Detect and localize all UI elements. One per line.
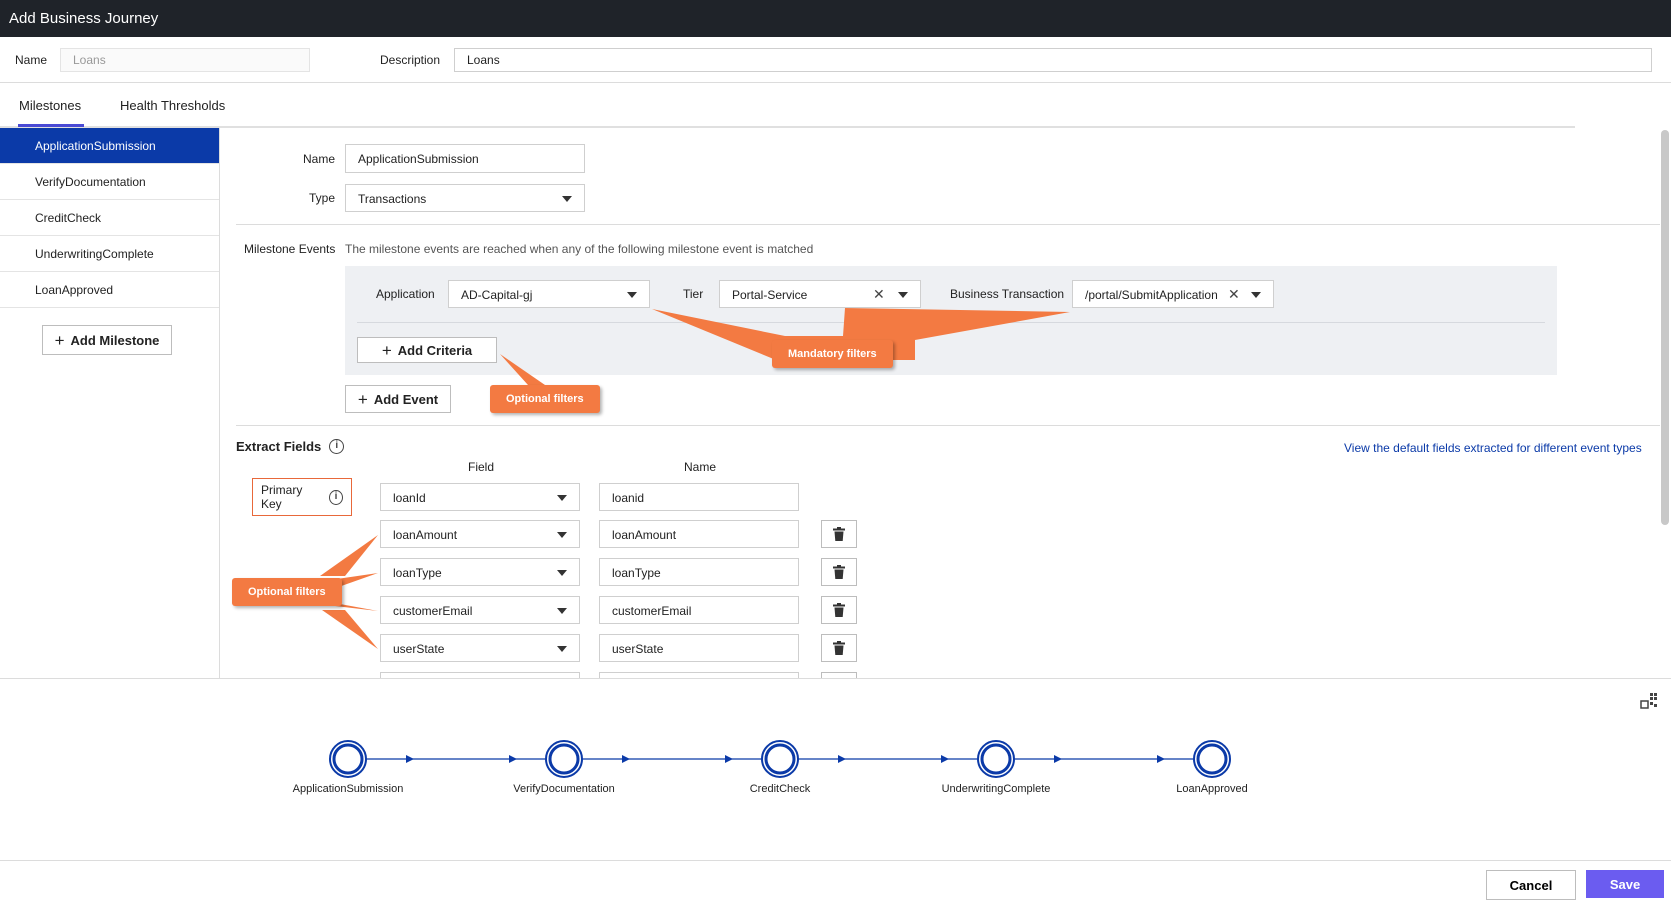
flow-arrow [406, 755, 414, 763]
save-button[interactable]: Save [1586, 870, 1664, 898]
flow-graph [329, 740, 1231, 778]
flow-node-label: ApplicationSubmission [292, 783, 404, 795]
flow-arrow [622, 755, 630, 763]
cancel-button[interactable]: Cancel [1486, 870, 1576, 900]
milestone-flow-diagram: ApplicationSubmission VerifyDocumentatio… [0, 678, 1671, 861]
flow-node-verifydocumentation[interactable] [545, 740, 583, 778]
flow-node-label: UnderwritingComplete [941, 783, 1051, 795]
optional-filters-callout-left: Optional filters [232, 578, 342, 606]
flow-node-label: VerifyDocumentation [513, 783, 615, 795]
flow-arrow [941, 755, 949, 763]
optional-callout-pointer [320, 535, 378, 576]
flow-node-label: LoanApproved [1176, 783, 1248, 795]
optional-filters-callout-top: Optional filters [490, 385, 600, 413]
flow-arrow [509, 755, 517, 763]
flow-node-applicationsubmission[interactable] [329, 740, 367, 778]
flow-arrow [838, 755, 846, 763]
flow-node-loanapproved[interactable] [1193, 740, 1231, 778]
flow-arrow [725, 755, 733, 763]
flow-arrow [1054, 755, 1062, 763]
flow-node-label: CreditCheck [749, 783, 811, 795]
optional-callout-pointer [322, 610, 378, 649]
flow-node-underwritingcomplete[interactable] [977, 740, 1015, 778]
optional-callout-pointer-top [500, 354, 545, 385]
dialog-footer: Cancel Save [0, 862, 1671, 904]
mandatory-filters-callout: Mandatory filters [772, 340, 893, 368]
flow-node-creditcheck[interactable] [761, 740, 799, 778]
flow-arrow [1157, 755, 1165, 763]
